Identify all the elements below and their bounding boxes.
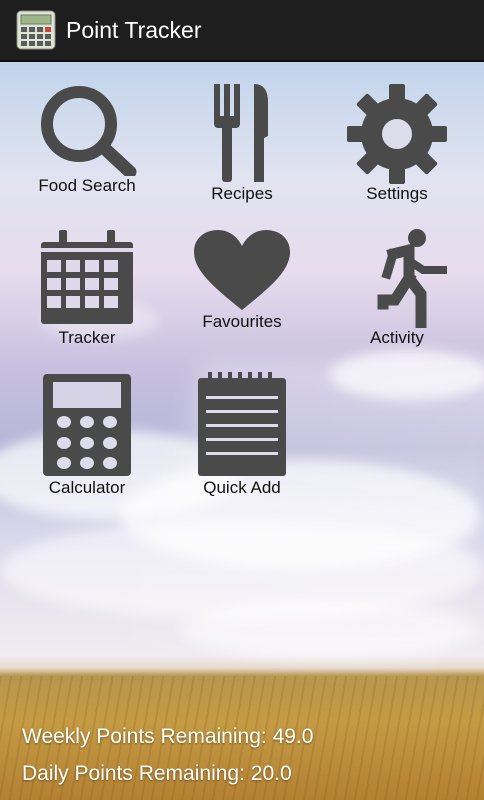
heart-icon [194,230,290,310]
activity-label: Activity [370,328,424,347]
settings-button[interactable]: Settings [327,84,467,204]
calculator-label: Calculator [48,478,126,497]
calculator-icon[interactable] [16,10,56,50]
app-title: Point Tracker [66,16,202,43]
weekly-points-row: Weekly Points Remaining: 49.0 [22,725,313,749]
recipes-label: Recipes [211,184,273,203]
calendar-icon [41,230,133,324]
tracker-label: Tracker [58,328,116,347]
quick-add-button[interactable]: Quick Add [172,372,312,498]
food-search-button[interactable]: Food Search [17,84,157,196]
weekly-points-label: Weekly Points Remaining: [22,725,267,748]
activity-button[interactable]: Activity [327,228,467,348]
fork-knife-icon [214,84,268,182]
daily-points-value: 20.0 [250,762,292,785]
calculator-button[interactable]: Calculator [17,372,157,498]
recipes-button[interactable]: Recipes [172,84,312,204]
notepad-icon [198,372,286,476]
daily-points-label: Daily Points Remaining: [22,762,245,785]
favourites-label: Favourites [202,312,282,331]
gear-icon [347,84,447,184]
favourites-button[interactable]: Favourites [172,228,312,332]
search-icon [41,86,137,176]
calculator-icon [43,374,131,476]
tracker-button[interactable]: Tracker [17,228,157,348]
settings-label: Settings [366,184,428,203]
daily-points-row: Daily Points Remaining: 20.0 [22,762,292,786]
weekly-points-value: 49.0 [272,725,314,748]
running-person-icon [377,229,447,328]
quick-add-label: Quick Add [203,478,281,497]
food-search-label: Food Search [38,176,136,195]
action-bar: Point Tracker [0,0,484,62]
